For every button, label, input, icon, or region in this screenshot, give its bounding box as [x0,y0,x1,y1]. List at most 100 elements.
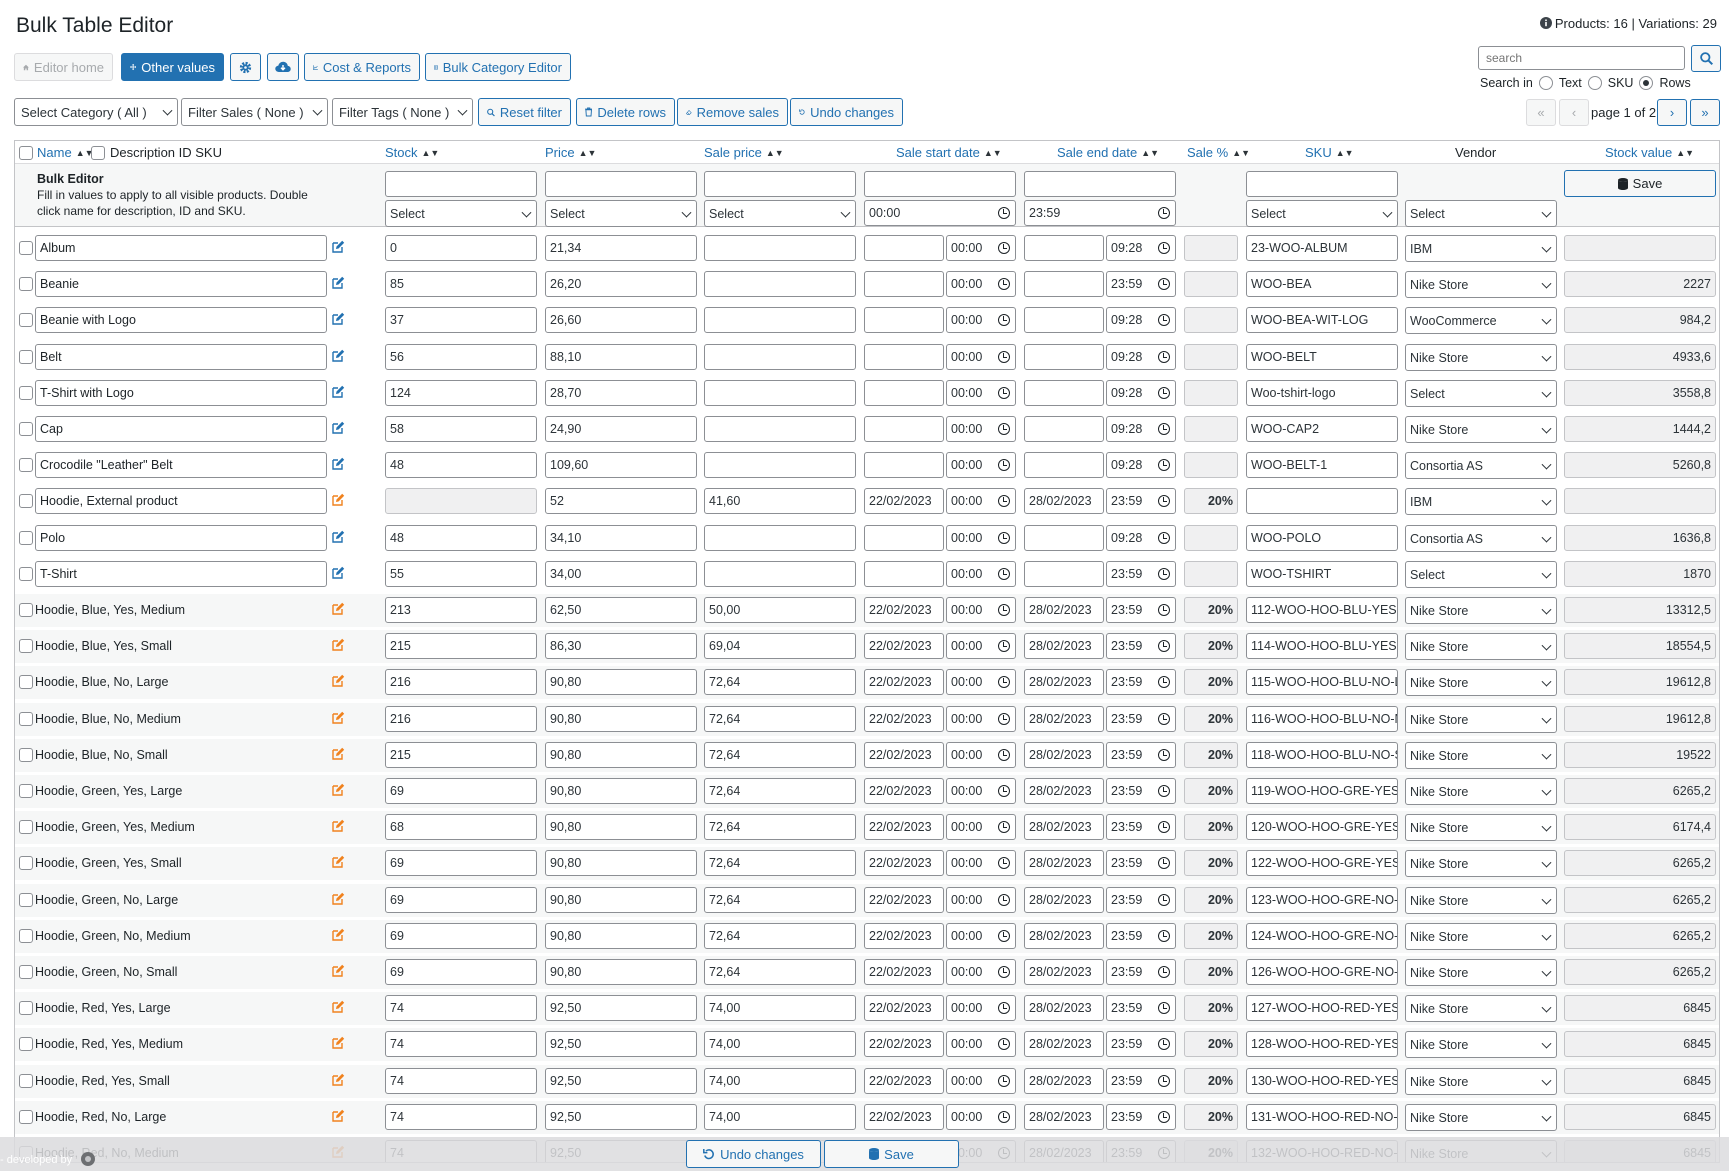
row-sale-end-time[interactable]: 23:59 [1106,669,1176,695]
row-stock-input[interactable]: 215 [385,742,537,768]
row-name-input[interactable]: Cap [35,416,327,442]
row-price-input[interactable]: 34,10 [545,525,697,551]
row-sale-end-date[interactable]: 28/02/2023 [1024,742,1104,768]
row-checkbox[interactable] [19,712,33,726]
row-stock-input[interactable]: 48 [385,525,537,551]
bulk-stock-select[interactable]: Select [385,200,537,227]
edit-icon[interactable] [332,783,345,799]
row-sale-price-input[interactable]: 74,00 [704,1104,856,1130]
row-vendor-select[interactable]: Nike Store [1405,1068,1557,1095]
row-sale-start-date[interactable] [864,344,944,370]
row-sale-start-date[interactable]: 22/02/2023 [864,850,944,876]
row-sale-start-date[interactable]: 22/02/2023 [864,778,944,804]
row-stock-input[interactable]: 69 [385,850,537,876]
row-stock-input[interactable]: 74 [385,995,537,1021]
row-price-input[interactable]: 34,00 [545,561,697,587]
bulk-category-editor-button[interactable]: Bulk Category Editor [425,53,571,81]
row-sale-start-time[interactable]: 00:00 [946,561,1016,587]
row-sale-start-date[interactable] [864,235,944,261]
row-price-input[interactable]: 90,80 [545,850,697,876]
row-sku-input[interactable]: WOO-BEA [1246,271,1398,297]
row-sale-price-input[interactable]: 72,64 [704,923,856,949]
row-price-input[interactable]: 92,50 [545,1068,697,1094]
row-sku-input[interactable]: 127-WOO-HOO-RED-YES-L [1246,995,1398,1021]
row-sale-price-input[interactable]: 72,64 [704,669,856,695]
row-sku-input[interactable]: 115-WOO-HOO-BLU-NO-LA [1246,669,1398,695]
row-sale-start-time[interactable]: 00:00 [946,307,1016,333]
row-sale-price-input[interactable] [704,271,856,297]
bulk-vendor-select[interactable]: Select [1405,200,1557,227]
row-vendor-select[interactable]: Nike Store [1405,850,1557,877]
row-sale-start-time[interactable]: 00:00 [946,1068,1016,1094]
column-header-stock[interactable]: Stock ▲▼ [385,145,439,160]
row-price-input[interactable]: 21,34 [545,235,697,261]
row-sale-start-time[interactable]: 00:00 [946,271,1016,297]
row-sale-start-time[interactable]: 00:00 [946,887,1016,913]
row-sale-start-date[interactable]: 22/02/2023 [864,669,944,695]
row-sale-end-time[interactable]: 23:59 [1106,742,1176,768]
edit-icon[interactable] [332,1036,345,1052]
row-sale-start-time[interactable]: 00:00 [946,633,1016,659]
row-vendor-select[interactable]: Nike Store [1405,416,1557,443]
row-sku-input[interactable]: WOO-TSHIRT [1246,561,1398,587]
row-vendor-select[interactable]: Select [1405,380,1557,407]
edit-icon[interactable] [332,276,345,292]
row-checkbox[interactable] [19,1037,33,1051]
search-in-sku-radio[interactable] [1587,76,1602,90]
row-sale-start-time[interactable]: 00:00 [946,235,1016,261]
row-sale-price-input[interactable] [704,380,856,406]
row-checkbox[interactable] [19,567,33,581]
row-sale-price-input[interactable]: 72,64 [704,959,856,985]
row-sale-end-date[interactable] [1024,235,1104,261]
row-sale-start-time[interactable]: 00:00 [946,669,1016,695]
edit-icon[interactable] [332,602,345,618]
edit-icon[interactable] [332,530,345,546]
row-checkbox[interactable] [19,458,33,472]
row-sale-end-time[interactable]: 23:59 [1106,995,1176,1021]
row-sale-start-time[interactable]: 00:00 [946,525,1016,551]
last-page-button[interactable]: » [1690,99,1720,126]
row-vendor-select[interactable]: Nike Store [1405,1031,1557,1058]
row-sale-end-time[interactable]: 09:28 [1106,380,1176,406]
search-in-text-radio[interactable] [1538,76,1553,90]
row-price-input[interactable]: 90,80 [545,814,697,840]
row-sale-start-date[interactable]: 22/02/2023 [864,742,944,768]
row-sale-start-date[interactable]: 22/02/2023 [864,706,944,732]
row-checkbox[interactable] [19,313,33,327]
row-sale-start-date[interactable]: 22/02/2023 [864,1104,944,1130]
row-sale-end-time[interactable]: 23:59 [1106,597,1176,623]
row-sku-input[interactable]: 126-WOO-HOO-GRE-NO-S [1246,959,1398,985]
row-checkbox[interactable] [19,639,33,653]
row-sku-input[interactable]: 124-WOO-HOO-GRE-NO-M [1246,923,1398,949]
bulk-sale-start-time[interactable]: 00:00 [864,200,1016,226]
row-vendor-select[interactable]: Nike Store [1405,669,1557,696]
row-sale-end-time[interactable]: 23:59 [1106,633,1176,659]
row-sale-end-time[interactable]: 23:59 [1106,778,1176,804]
row-checkbox[interactable] [19,350,33,364]
row-sale-end-date[interactable]: 28/02/2023 [1024,488,1104,514]
row-sale-start-date[interactable]: 22/02/2023 [864,814,944,840]
row-sku-input[interactable]: 112-WOO-HOO-BLU-YES-M [1246,597,1398,623]
row-sale-start-date[interactable]: 22/02/2023 [864,995,944,1021]
row-checkbox[interactable] [19,1001,33,1015]
row-vendor-select[interactable]: Nike Store [1405,995,1557,1022]
edit-icon[interactable] [332,566,345,582]
row-sale-start-time[interactable]: 00:00 [946,778,1016,804]
row-stock-input[interactable]: 216 [385,669,537,695]
row-checkbox[interactable] [19,603,33,617]
row-sale-price-input[interactable] [704,307,856,333]
row-sale-start-date[interactable] [864,307,944,333]
column-header-name[interactable]: Name ▲▼ [37,145,94,160]
row-sale-end-date[interactable]: 28/02/2023 [1024,669,1104,695]
row-sale-price-input[interactable]: 74,00 [704,1068,856,1094]
row-sale-start-date[interactable] [864,271,944,297]
sales-filter-select[interactable]: Filter Sales ( None ) [181,98,328,126]
row-stock-input[interactable]: 74 [385,1031,537,1057]
row-vendor-select[interactable]: Nike Store [1405,706,1557,733]
row-price-input[interactable]: 90,80 [545,887,697,913]
row-stock-input[interactable]: 37 [385,307,537,333]
row-sale-end-date[interactable] [1024,344,1104,370]
search-button[interactable] [1691,45,1721,72]
other-values-button[interactable]: Other values [121,53,224,81]
row-sale-end-date[interactable] [1024,307,1104,333]
